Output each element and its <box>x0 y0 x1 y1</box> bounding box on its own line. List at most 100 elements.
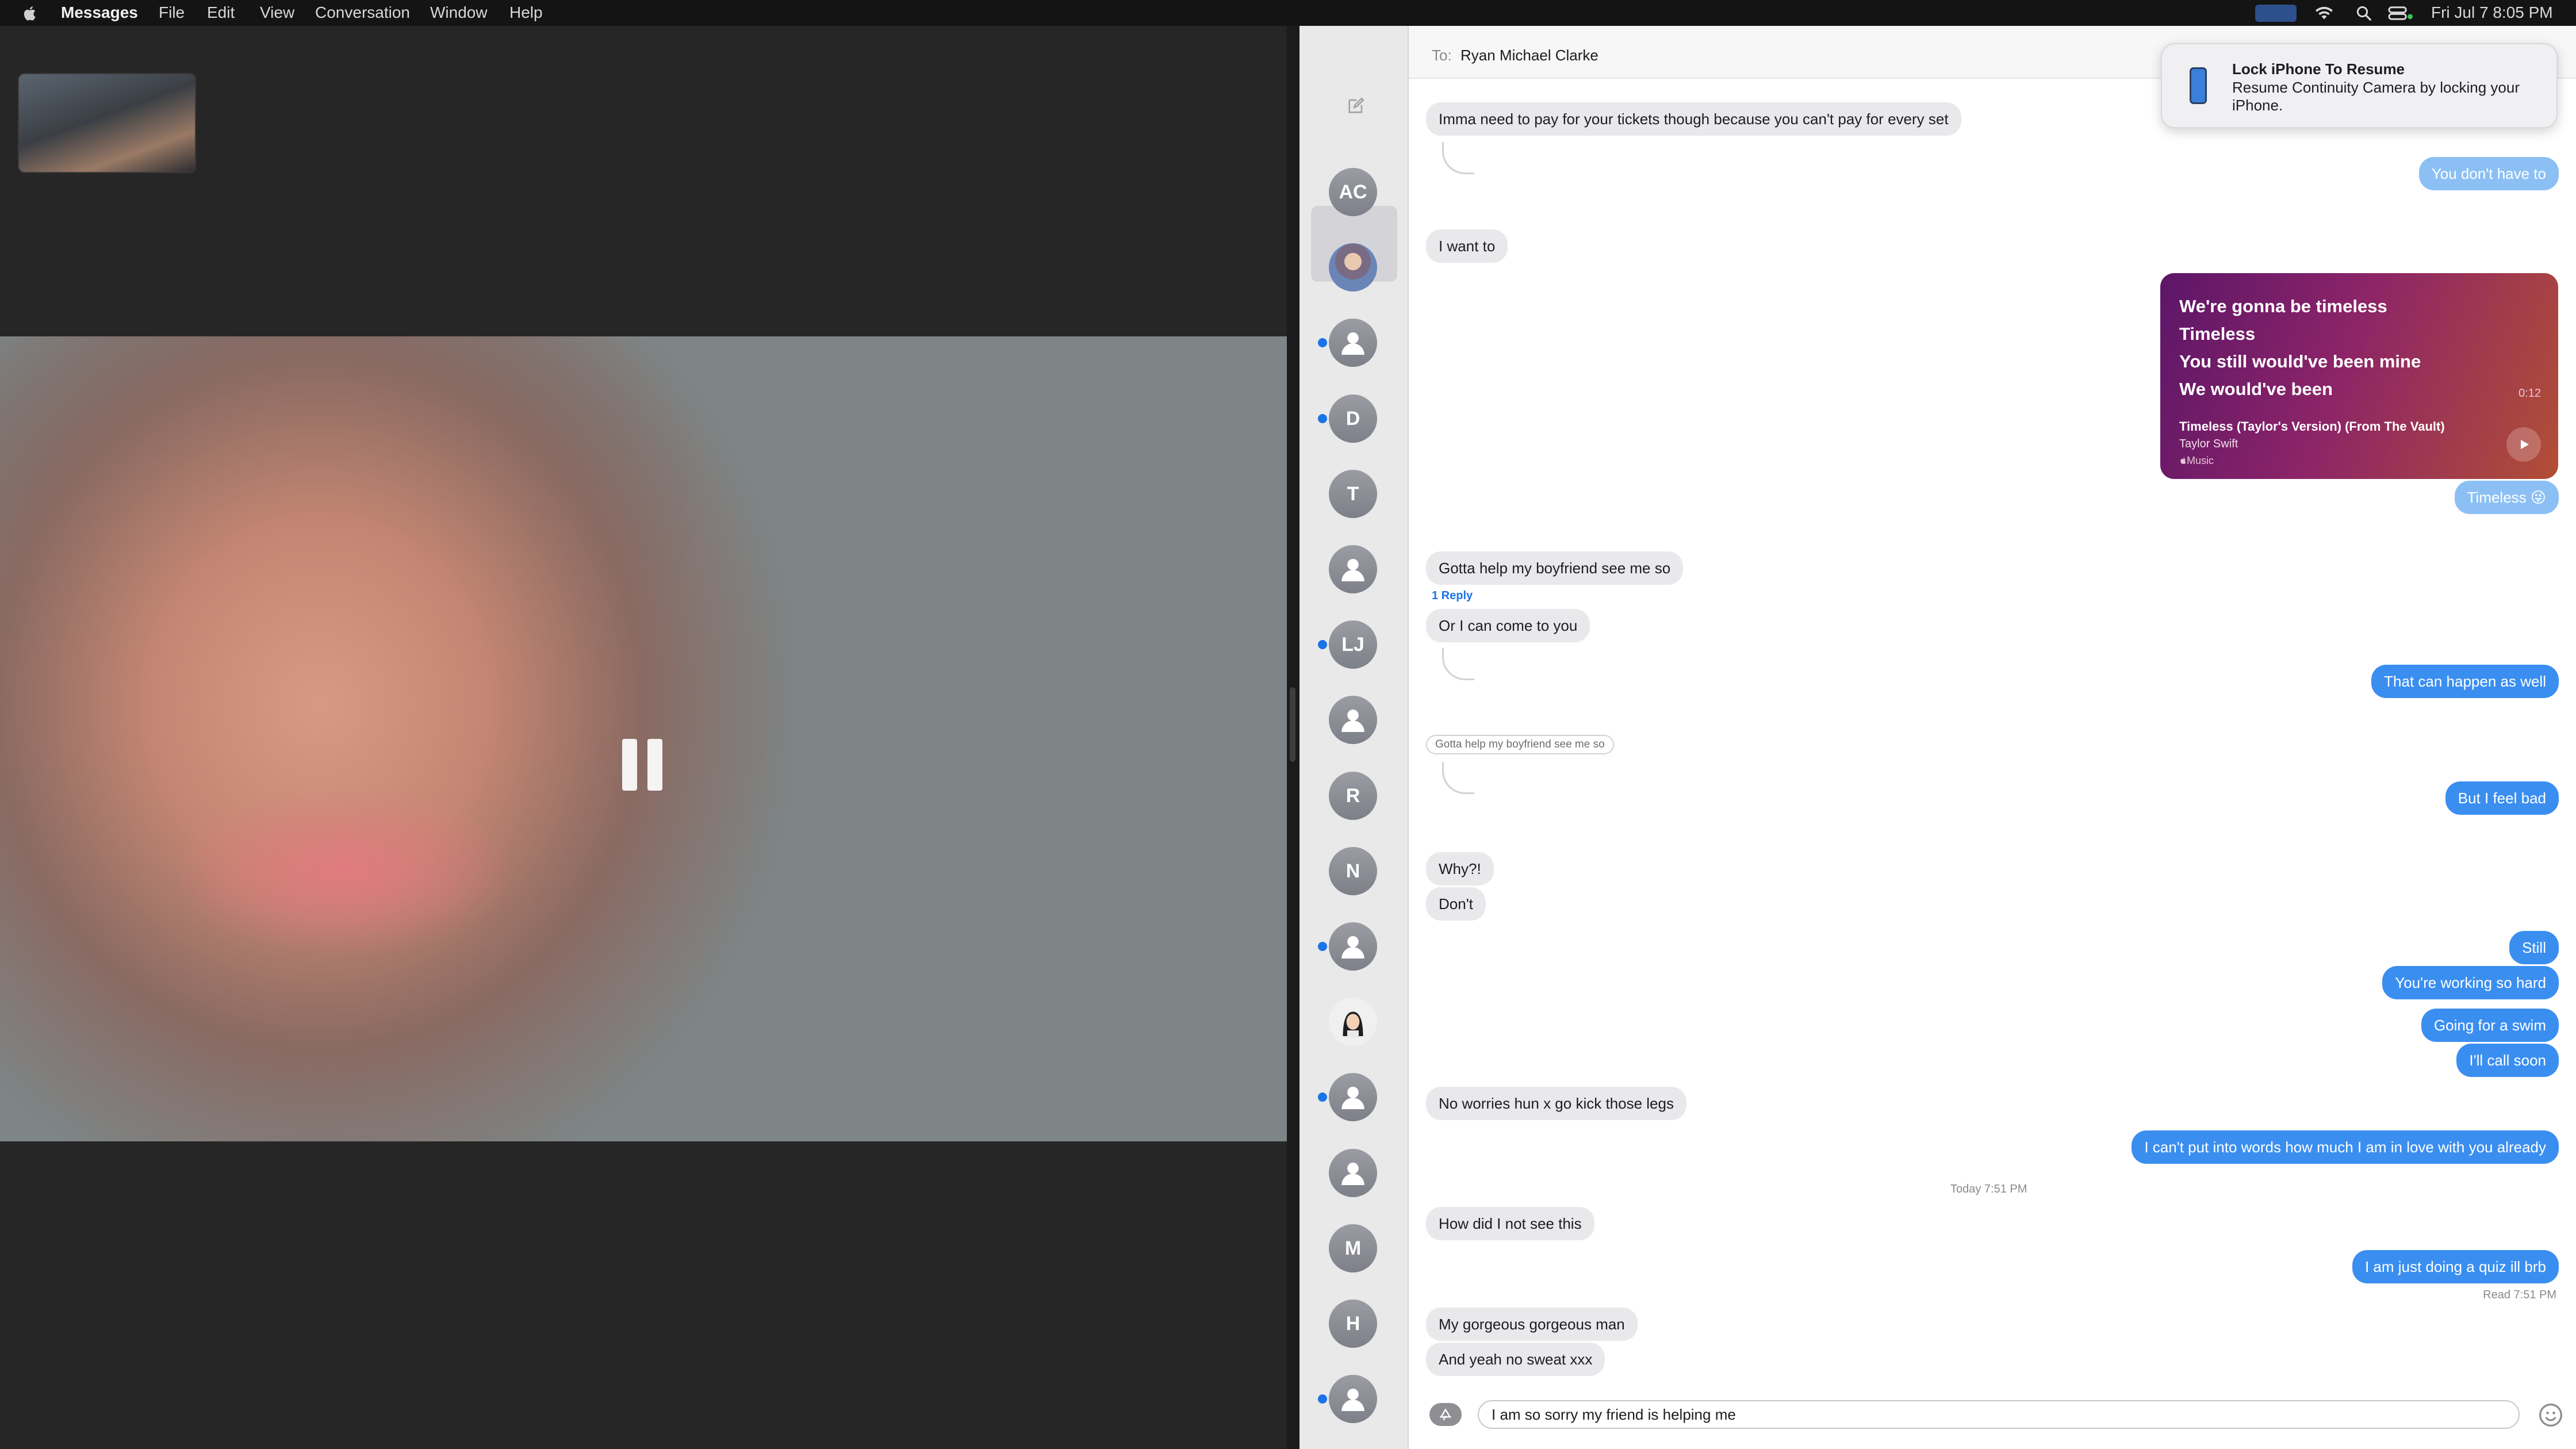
unread-indicator <box>1318 1092 1327 1102</box>
conversation-timestamp: Today 7:51 PM <box>1950 1183 2027 1195</box>
reply-thread-line <box>1442 142 1474 174</box>
conversation-thread: To: Ryan Michael Clarke Imma need to pay… <box>1409 26 2576 1449</box>
self-camera-preview[interactable] <box>18 73 196 173</box>
conversation-avatar[interactable] <box>1329 319 1377 367</box>
conversation-avatar[interactable] <box>1329 545 1377 593</box>
message-outgoing[interactable]: Still <box>2509 931 2559 964</box>
avatar-initials: N <box>1346 860 1360 882</box>
conversation-avatar[interactable]: LJ <box>1329 620 1377 669</box>
message-incoming[interactable]: And yeah no sweat xxx <box>1426 1343 1605 1376</box>
message-outgoing[interactable]: Going for a swim <box>2421 1009 2559 1042</box>
app-store-button[interactable] <box>1429 1403 1462 1426</box>
apple-logo-icon[interactable] <box>22 5 37 22</box>
message-incoming[interactable]: My gorgeous gorgeous man <box>1426 1308 1638 1341</box>
person-icon <box>1341 936 1364 959</box>
compose-icon[interactable] <box>1346 96 1366 116</box>
music-lyric-line: Timeless <box>2179 324 2256 344</box>
message-incoming[interactable]: How did I not see this <box>1426 1207 1594 1240</box>
conversation-sidebar: ACDTLJRNMHC <box>1300 26 1409 1449</box>
message-outgoing[interactable]: But I feel bad <box>2445 781 2559 815</box>
conversation-avatar[interactable] <box>1329 1073 1377 1121</box>
read-receipt: Read 7:51 PM <box>2483 1289 2556 1301</box>
menu-help[interactable]: Help <box>509 3 543 22</box>
conversation-avatar[interactable] <box>1329 1375 1377 1423</box>
control-center-icon[interactable] <box>2387 5 2413 22</box>
play-icon <box>2521 440 2529 449</box>
music-lyric-line: You still would've been mine <box>2179 351 2421 371</box>
quoted-reply-preview[interactable]: Gotta help my boyfriend see me so <box>1426 735 1614 754</box>
unread-indicator <box>1318 640 1327 649</box>
message-incoming[interactable]: Why?! <box>1426 852 1494 885</box>
message-outgoing[interactable]: I can't put into words how much I am in … <box>2132 1130 2559 1164</box>
message-incoming[interactable]: Gotta help my boyfriend see me so <box>1426 551 1684 585</box>
menu-conversation[interactable]: Conversation <box>315 3 410 22</box>
music-song-title: Timeless (Taylor's Version) (From The Va… <box>2179 419 2445 434</box>
menu-bar-clock[interactable]: Fri Jul 7 8:05 PM <box>2431 3 2553 22</box>
conversation-avatar[interactable]: D <box>1329 394 1377 443</box>
menu-edit[interactable]: Edit <box>207 3 235 22</box>
facetime-window <box>0 26 1287 1449</box>
message-outgoing[interactable]: You're working so hard <box>2382 966 2559 999</box>
person-icon <box>1341 1163 1364 1185</box>
message-outgoing[interactable]: You don't have to <box>2418 157 2559 190</box>
notification-banner[interactable]: Lock iPhone To Resume Resume Continuity … <box>2161 43 2558 128</box>
music-source-label: Music <box>2179 455 2214 467</box>
unread-indicator <box>1318 338 1327 347</box>
iphone-icon <box>2190 67 2207 104</box>
avatar-initials: R <box>1346 784 1360 807</box>
message-outgoing[interactable]: Timeless 😜 <box>2454 481 2559 514</box>
conversation-avatar[interactable] <box>1329 1149 1377 1197</box>
menu-app-name[interactable]: Messages <box>61 3 138 22</box>
message-incoming[interactable]: Don't <box>1426 887 1486 921</box>
conversation-avatar[interactable]: N <box>1329 847 1377 895</box>
music-play-button[interactable] <box>2506 427 2541 462</box>
menu-view[interactable]: View <box>260 3 294 22</box>
person-icon <box>1341 559 1364 581</box>
music-artist: Taylor Swift <box>2179 438 2238 450</box>
conversation-avatar[interactable]: H <box>1329 1300 1377 1348</box>
person-icon <box>1341 1087 1364 1109</box>
conversation-avatar[interactable] <box>1329 696 1377 744</box>
conversation-avatar[interactable]: M <box>1329 1224 1377 1272</box>
unread-indicator <box>1318 1394 1327 1404</box>
message-input[interactable] <box>1478 1400 2520 1429</box>
notification-title: Lock iPhone To Resume <box>2232 60 2405 78</box>
message-incoming[interactable]: Imma need to pay for your tickets though… <box>1426 102 1961 136</box>
avatar-initials: AC <box>1339 181 1367 203</box>
spotlight-search-icon[interactable] <box>2355 5 2372 22</box>
menu-file[interactable]: File <box>159 3 185 22</box>
conversation-avatar[interactable]: T <box>1329 470 1377 518</box>
person-icon <box>1341 332 1364 355</box>
menu-window[interactable]: Window <box>430 3 488 22</box>
conversation-avatar[interactable]: R <box>1329 772 1377 820</box>
person-icon <box>1341 710 1364 732</box>
message-outgoing[interactable]: I am just doing a quiz ill brb <box>2352 1250 2559 1283</box>
emoji-picker-icon[interactable] <box>2538 1402 2563 1428</box>
music-lyric-line: We would've been <box>2179 379 2333 399</box>
split-view-resize-handle[interactable] <box>1290 687 1295 762</box>
message-outgoing[interactable]: I'll call soon <box>2456 1044 2559 1077</box>
conversation-avatar[interactable]: AC <box>1329 168 1377 216</box>
apple-music-logo-icon <box>2180 457 2186 464</box>
message-incoming[interactable]: I want to <box>1426 229 1508 263</box>
pause-icon[interactable] <box>622 739 662 791</box>
music-lyric-line: We're gonna be timeless <box>2179 296 2387 316</box>
avatar-initials: T <box>1347 482 1359 505</box>
avatar-initials: D <box>1346 407 1360 430</box>
message-incoming[interactable]: Or I can come to you <box>1426 609 1590 642</box>
conversation-avatar[interactable] <box>1329 922 1377 971</box>
wifi-icon[interactable] <box>2314 5 2334 22</box>
screen-mirroring-icon[interactable] <box>2255 5 2297 22</box>
person-icon <box>1341 1389 1364 1411</box>
reply-thread-line <box>1442 648 1474 680</box>
recipient-name[interactable]: Ryan Michael Clarke <box>1460 47 1598 64</box>
conversation-avatar-photo[interactable] <box>1329 243 1377 292</box>
thread-reply-link[interactable]: 1 Reply <box>1432 589 1473 603</box>
message-incoming[interactable]: No worries hun x go kick those legs <box>1426 1087 1686 1120</box>
messages-window: ACDTLJRNMHC To: Ryan Michael Clarke Imma… <box>1300 26 2576 1449</box>
message-outgoing[interactable]: That can happen as well <box>2371 665 2559 698</box>
conversation-avatar-memoji[interactable] <box>1329 998 1377 1046</box>
reply-thread-line <box>1442 762 1474 794</box>
music-lyrics-card[interactable]: We're gonna be timeless Timeless You sti… <box>2160 273 2558 479</box>
app-store-icon <box>1440 1409 1451 1420</box>
